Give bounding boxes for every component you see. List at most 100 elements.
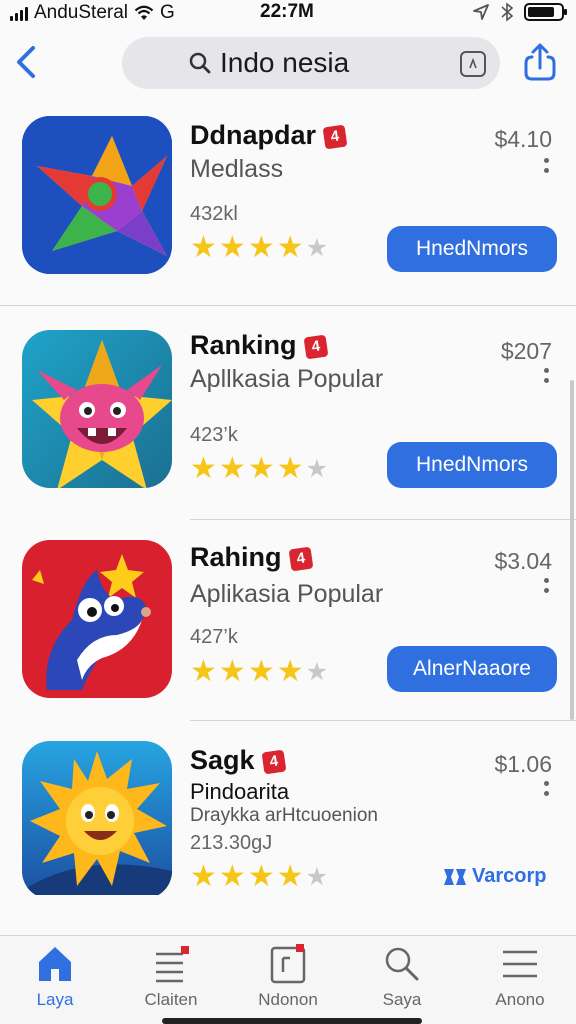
status-time: 22:7M bbox=[260, 1, 314, 22]
age-rating-badge: 4 bbox=[288, 546, 313, 572]
bluetooth-icon bbox=[501, 2, 514, 22]
search-icon bbox=[189, 52, 211, 74]
star-rating: ★ ★ ★ ★ ★ bbox=[190, 657, 328, 687]
star-icon: ★ bbox=[276, 231, 304, 264]
app-name: Ranking 4 bbox=[190, 330, 328, 361]
star-icon: ★ bbox=[247, 860, 275, 893]
share-icon bbox=[524, 43, 556, 81]
cartoon-shark-app-icon[interactable] bbox=[22, 540, 172, 698]
star-empty-icon: ★ bbox=[305, 658, 329, 686]
search-icon bbox=[385, 947, 419, 981]
get-button[interactable]: HnedNmors bbox=[387, 226, 557, 272]
star-compass-app-icon[interactable] bbox=[22, 116, 172, 274]
star-icon: ★ bbox=[190, 860, 217, 893]
tab-label: Ndonon bbox=[258, 990, 318, 1009]
app-price: $4.10 bbox=[494, 126, 552, 152]
search-bar[interactable]: Indo nesia bbox=[122, 37, 500, 89]
star-icon: ★ bbox=[247, 655, 275, 688]
app-subtitle: Medlass bbox=[190, 155, 284, 183]
list-item[interactable]: Ranking 4 Apllkasia Popular 423’k ★ ★ ★ ★ ★ $… bbox=[0, 320, 576, 520]
app-size: 213.30gJ bbox=[190, 832, 273, 854]
developer-link-label: Varcorp bbox=[472, 865, 547, 887]
star-rating: ★ ★ ★ ★ ★ bbox=[190, 862, 328, 892]
app-price: $3.04 bbox=[494, 548, 552, 574]
tab-search[interactable]: Saya bbox=[352, 944, 452, 1014]
list-item[interactable]: Sagk 4 Pindoarita Draykka arHtcuoenion 21… bbox=[0, 735, 576, 930]
app-subtitle: Pindoarita bbox=[190, 779, 290, 804]
star-icon: ★ bbox=[276, 452, 304, 485]
app-size: 432kl bbox=[190, 203, 238, 225]
tab-menu[interactable]: Anono bbox=[470, 944, 570, 1014]
age-rating-badge: 4 bbox=[322, 124, 348, 150]
menu-icon bbox=[503, 950, 537, 978]
age-rating-badge: 4 bbox=[303, 334, 328, 360]
get-button[interactable]: AlnerNaaore bbox=[387, 646, 557, 692]
star-icon: ★ bbox=[218, 655, 246, 688]
carrier-name: AnduSteral bbox=[34, 2, 129, 23]
network-type: G bbox=[160, 2, 175, 23]
star-icon: ★ bbox=[190, 452, 217, 485]
more-options-icon[interactable] bbox=[544, 158, 550, 173]
app-size: 423’k bbox=[190, 424, 238, 446]
tab-label: Claiten bbox=[144, 990, 198, 1009]
star-icon: ★ bbox=[218, 231, 246, 264]
tab-list[interactable]: Claiten bbox=[121, 944, 221, 1014]
get-button[interactable]: HnedNmors bbox=[387, 442, 557, 488]
app-price: $207 bbox=[500, 338, 552, 364]
location-icon bbox=[473, 4, 489, 20]
developer-link[interactable]: Varcorp bbox=[442, 865, 546, 888]
divider bbox=[190, 720, 576, 721]
tab-label: Anono bbox=[495, 990, 545, 1009]
battery-icon bbox=[524, 3, 567, 21]
sun-character-app-icon[interactable] bbox=[22, 741, 172, 899]
app-size: 427’k bbox=[190, 626, 238, 648]
developer-logo-icon bbox=[444, 868, 466, 885]
star-icon: ★ bbox=[247, 452, 275, 485]
cellular-signal-icon bbox=[10, 5, 28, 21]
star-icon: ★ bbox=[190, 655, 217, 688]
star-icon: ★ bbox=[218, 860, 246, 893]
more-options-icon[interactable] bbox=[544, 578, 550, 593]
app-price: $1.06 bbox=[494, 751, 552, 777]
app-subtitle: Aplikasia Popular bbox=[190, 580, 384, 608]
star-empty-icon: ★ bbox=[305, 455, 329, 483]
app-subtitle: Apllkasia Popular bbox=[190, 365, 384, 393]
star-rating: ★ ★ ★ ★ ★ bbox=[190, 233, 328, 263]
back-button[interactable] bbox=[10, 42, 42, 82]
star-icon: ★ bbox=[190, 231, 217, 264]
tab-home[interactable]: Laya bbox=[5, 944, 105, 1014]
home-icon bbox=[39, 947, 71, 981]
chevron-left-icon bbox=[17, 46, 35, 78]
book-icon bbox=[270, 944, 306, 984]
app-description: Draykka arHtcuoenion bbox=[190, 805, 378, 826]
share-button[interactable] bbox=[522, 42, 558, 82]
list-item[interactable]: Rahing 4 Aplikasia Popular 427’k ★ ★ ★ ★ ★ $3… bbox=[0, 530, 576, 720]
scrollbar[interactable] bbox=[570, 380, 574, 720]
status-bar: AnduSteral G 22:7M bbox=[0, 0, 576, 26]
app-name: Ddnapdar 4 bbox=[190, 120, 348, 151]
more-options-icon[interactable] bbox=[544, 781, 550, 796]
star-empty-icon: ★ bbox=[305, 863, 329, 891]
divider bbox=[190, 519, 576, 520]
list-item[interactable]: Ddnapdar 4 Medlass 432kl ★ ★ ★ ★ ★ $4.10 Hned… bbox=[0, 110, 576, 305]
scope-icon bbox=[469, 58, 477, 69]
search-input[interactable]: Indo nesia bbox=[220, 47, 349, 79]
home-indicator[interactable] bbox=[162, 1018, 422, 1024]
search-scope-button[interactable] bbox=[460, 51, 486, 77]
age-rating-badge: 4 bbox=[261, 749, 286, 775]
star-empty-icon: ★ bbox=[305, 234, 329, 262]
tab-book[interactable]: Ndonon bbox=[238, 944, 338, 1014]
star-icon: ★ bbox=[276, 655, 304, 688]
divider bbox=[0, 305, 576, 306]
star-icon: ★ bbox=[247, 231, 275, 264]
star-icon: ★ bbox=[276, 860, 304, 893]
tab-label: Laya bbox=[36, 990, 74, 1009]
tab-label: Saya bbox=[382, 990, 422, 1009]
app-name: Sagk 4 bbox=[190, 745, 286, 776]
more-options-icon[interactable] bbox=[544, 368, 550, 383]
wifi-icon bbox=[134, 5, 154, 20]
monster-star-app-icon[interactable] bbox=[22, 330, 172, 488]
tab-bar: Laya Claiten Ndonon Saya Anono bbox=[0, 935, 576, 1024]
star-icon: ★ bbox=[218, 452, 246, 485]
star-rating: ★ ★ ★ ★ ★ bbox=[190, 454, 328, 484]
